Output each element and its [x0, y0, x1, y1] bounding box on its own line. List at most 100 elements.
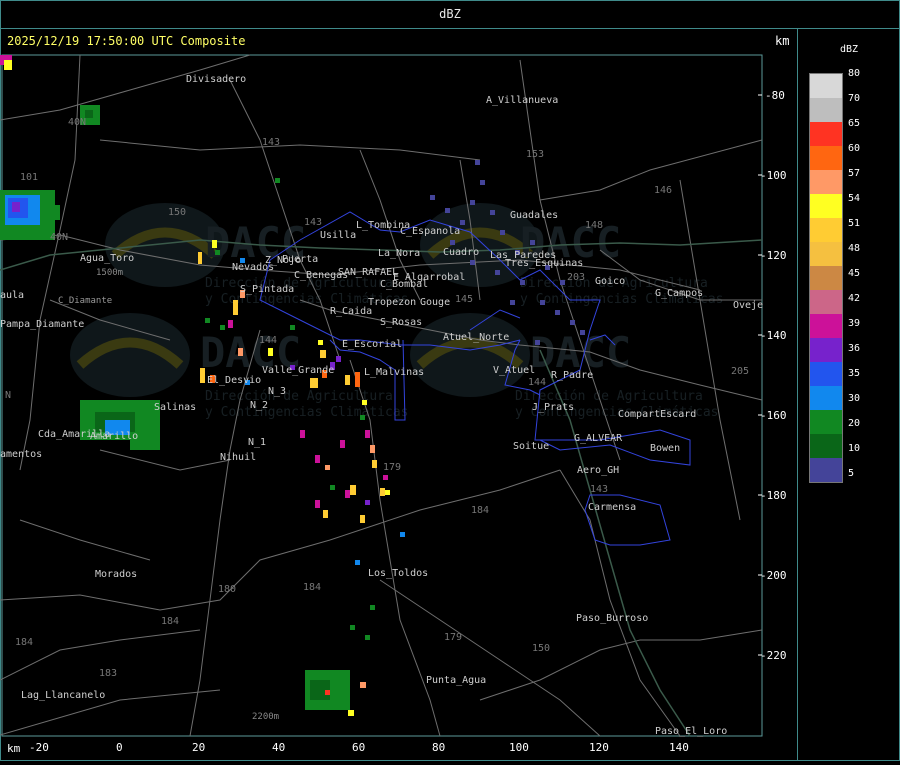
legend-swatch: [810, 410, 842, 434]
y-tick: -180: [760, 489, 787, 502]
x-tick: 0: [116, 741, 123, 754]
legend-swatch: [810, 338, 842, 362]
route-number: 153: [526, 149, 544, 160]
place-label: Guadales: [510, 210, 558, 221]
km-unit-label: km: [775, 34, 790, 48]
route-number: 145: [455, 294, 473, 305]
place-label: Morados: [95, 569, 137, 580]
title-label: dBZ: [439, 7, 461, 21]
route-number: 150: [168, 207, 186, 218]
x-tick: 40: [272, 741, 285, 754]
place-label: Nihuil: [220, 452, 256, 463]
x-tick: 120: [589, 741, 609, 754]
legend-level-label: 51: [848, 218, 861, 229]
place-label: 2200m: [252, 712, 279, 722]
y-tick: -100: [760, 169, 787, 182]
route-number: 184: [471, 505, 489, 516]
route-number: 40N: [68, 117, 86, 128]
legend-swatch: [810, 218, 842, 242]
place-label: Agua_Toro: [80, 253, 134, 264]
color-scale: [809, 73, 843, 483]
x-axis-ticks: -20 0 20 40 60 80 100 120 140: [29, 741, 689, 754]
route-number: 180: [218, 584, 236, 595]
legend-swatch: [810, 74, 842, 98]
place-label: Carmensa: [588, 502, 636, 513]
route-number: 101: [20, 172, 38, 183]
place-label: Los_Toldos: [368, 568, 428, 579]
place-label: N_3: [268, 386, 286, 397]
place-label: J_Prats: [532, 402, 574, 413]
legend-level-label: 42: [848, 293, 861, 304]
place-label: S_Pintada: [240, 284, 294, 295]
legend-level-label: 65: [848, 118, 861, 129]
place-label: Usilla: [320, 230, 356, 241]
place-label: Cuadro: [443, 247, 479, 258]
place-label: C_Bombal: [380, 279, 428, 290]
place-label: N_2: [250, 400, 268, 411]
legend-level-label: 35: [848, 368, 861, 379]
place-label: Atuel_Norte: [443, 332, 509, 343]
legend-level-label: 39: [848, 318, 861, 329]
route-number: 184: [161, 616, 179, 627]
place-label: La_Nora: [378, 248, 420, 259]
legend-level-label: 30: [848, 393, 861, 404]
legend-level-label: 57: [848, 168, 861, 179]
place-label: Paso_Burroso: [576, 613, 648, 624]
place-label: R_Padre: [551, 370, 593, 381]
place-label: R_Caida: [330, 306, 372, 317]
x-tick: 140: [669, 741, 689, 754]
y-tick: -120: [760, 249, 787, 262]
route-number: 146: [654, 185, 672, 196]
place-label: S_Rosas: [380, 317, 422, 328]
y-tick: -200: [760, 569, 787, 582]
legend-swatch: [810, 386, 842, 410]
place-label: N_1: [248, 437, 266, 448]
route-number: 203: [567, 272, 585, 283]
place-label: Tropezon: [368, 297, 416, 308]
route-number: 183: [99, 668, 117, 679]
route-number: 179: [444, 632, 462, 643]
place-label: Tres_Esquinas: [505, 258, 583, 269]
legend-swatch: [810, 194, 842, 218]
legend-swatch: [810, 266, 842, 290]
radar-map[interactable]: DACC Dirección de Agricultura y Continge…: [0, 29, 797, 761]
place-label: Bowen: [650, 443, 680, 454]
legend-level-label: 5: [848, 468, 855, 479]
place-label: Aero_GH: [577, 465, 619, 476]
y-tick: -140: [760, 329, 787, 342]
title-bar: dBZ: [0, 0, 900, 29]
km-unit-label-bottom: km: [7, 742, 21, 755]
place-label: Gouge: [420, 297, 450, 308]
watermark-line2-3: y Contingencias Climáticas: [205, 405, 409, 420]
legend-swatch: [810, 242, 842, 266]
route-number: 184: [303, 582, 321, 593]
place-label: C_Espanola: [400, 226, 460, 237]
place-label: CompartEscard: [618, 409, 696, 420]
place-label: Z_Nojo: [265, 255, 301, 266]
place-label: 1500m: [96, 268, 123, 278]
legend-swatch: [810, 122, 842, 146]
legend-swatch: [810, 458, 842, 482]
place-label: V_Atuel: [493, 365, 535, 376]
legend-swatch: [810, 362, 842, 386]
legend-swatch: [810, 146, 842, 170]
route-number: 205: [731, 366, 749, 377]
legend-level-label: 10: [848, 443, 861, 454]
route-number: 144: [528, 377, 546, 388]
route-number: 143: [262, 137, 280, 148]
place-label: aula: [0, 290, 24, 301]
route-number: 143: [304, 217, 322, 228]
route-number: 150: [532, 643, 550, 654]
legend-level-label: 70: [848, 93, 861, 104]
place-label: C_Diamante: [58, 296, 112, 306]
place-label: Salinas: [154, 402, 196, 413]
radar-map-svg: DACC Dirección de Agricultura y Continge…: [0, 54, 787, 754]
legend-level-label: 36: [848, 343, 861, 354]
place-label: E_Escorial: [342, 339, 402, 350]
place-label: amentos: [0, 449, 42, 460]
watermark-group: DACC Dirección de Agricultura y Continge…: [70, 203, 724, 420]
place-label: SAN_RAFAEL: [338, 267, 398, 278]
y-tick: -80: [765, 89, 785, 102]
place-label: Punta_Agua: [426, 675, 486, 686]
legend-swatch: [810, 314, 842, 338]
